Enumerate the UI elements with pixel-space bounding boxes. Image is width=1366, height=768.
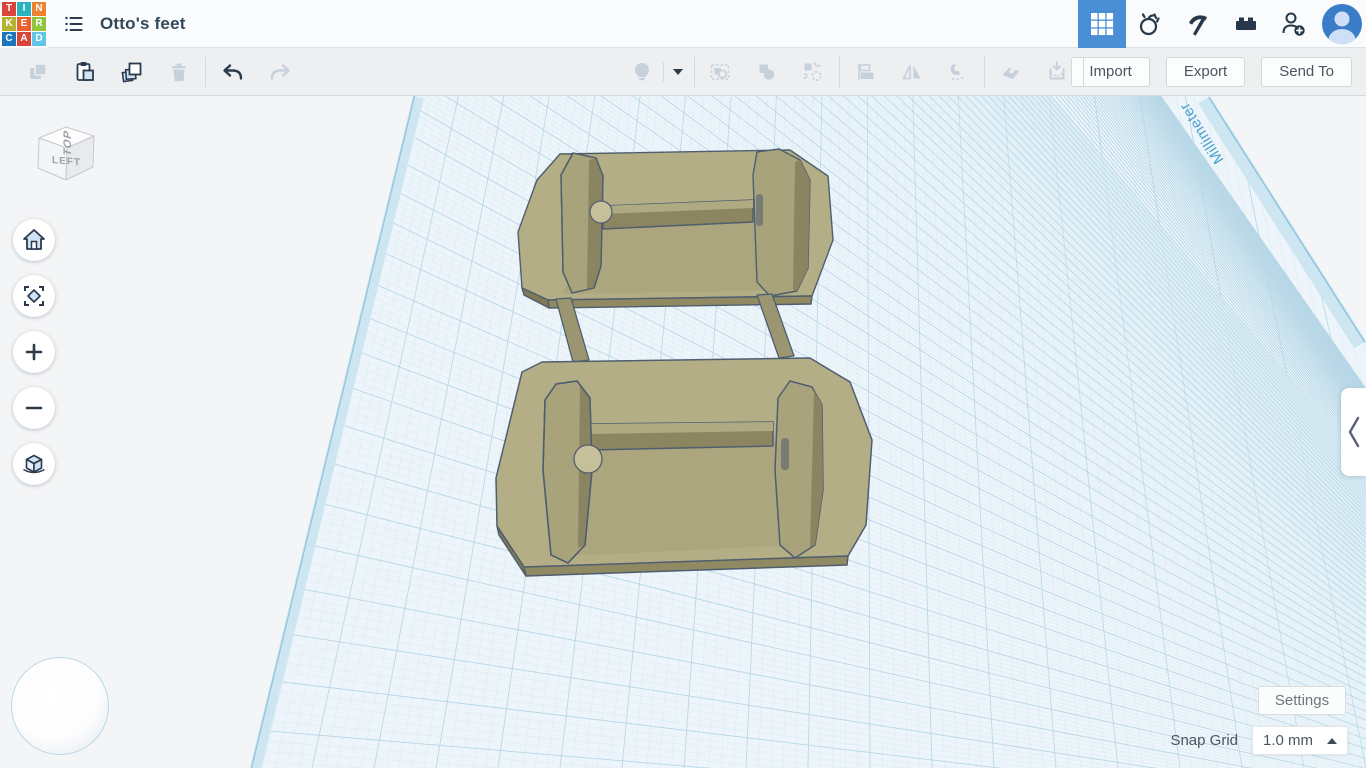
duplicate-button[interactable] [108,50,155,94]
logo-letter: I [17,1,31,16]
add-collaborator-button[interactable] [1270,0,1318,48]
edit-toolbar: Import Export Send To [0,48,1366,96]
expand-panel-chevron-icon [1348,416,1359,448]
foot-front-bump [573,444,603,474]
redo-button[interactable] [256,50,303,94]
logo-letter: D [32,31,46,46]
list-menu-icon [65,16,83,31]
toolbar-separator [839,56,840,87]
duplicate-icon [121,62,141,82]
expand-panel-handle[interactable] [1341,388,1366,476]
snap-grid-value: 1.0 mm [1263,732,1314,749]
undo-button[interactable] [209,50,256,94]
drop-to-workplane-icon [1049,61,1065,79]
group-button[interactable] [698,50,744,94]
logo-letter: C [2,31,16,46]
perspective-cube-icon [23,454,45,474]
align-icon [858,63,874,80]
paste-icon [76,61,94,81]
workplane-button[interactable] [988,50,1034,94]
zoom-out-button[interactable] [13,387,55,429]
model-foot-front[interactable] [495,357,873,577]
design-menu-button[interactable] [62,12,86,36]
trash-icon [171,63,186,81]
copy-button[interactable] [14,50,61,94]
toolbar-right-buttons: Import Export Send To [1055,56,1352,87]
sim-lab-button[interactable] [1126,0,1174,48]
design-title[interactable]: Otto's feet [100,14,186,34]
redo-icon [270,63,290,80]
toolbar-middle-group [622,48,1087,95]
add-collaborator-icon [1282,12,1305,36]
mirror-button[interactable] [889,50,935,94]
group-icon [710,63,730,80]
home-view-button[interactable] [13,219,55,261]
viewport[interactable]: Millimeter TOP LEFT Settings Snap Grid 1… [0,96,1366,768]
undo-icon [222,63,242,80]
mirror-icon [902,64,921,79]
explode-icon [803,61,822,81]
ungroup-icon [759,64,775,80]
align-button[interactable] [843,50,889,94]
foot-rear-bump [589,200,613,224]
fit-view-icon [24,286,44,306]
explode-button[interactable] [790,50,836,94]
dropdown-caret-icon [673,68,683,75]
workplane-scene: Millimeter [250,96,1366,768]
snap-grid-dropdown[interactable]: 1.0 mm [1252,726,1348,755]
logo-letter: A [17,31,31,46]
dashboard-grid-icon [1091,12,1114,35]
toolbar-separator [205,56,206,87]
foot-front-socket [781,438,789,470]
pickaxe-icon [1189,14,1207,36]
home-icon [23,229,45,250]
model-foot-rear[interactable] [517,148,834,309]
snap-magnet-icon [950,63,964,80]
snap-grid-label: Snap Grid [1170,732,1238,749]
logo-letter: R [32,16,46,31]
blocks-button[interactable] [1174,0,1222,48]
top-bar: T I N K E R C A D Otto's feet [0,0,1366,48]
delete-button[interactable] [155,50,202,94]
user-avatar-button[interactable] [1318,0,1366,48]
navigation-orb[interactable] [11,657,109,755]
brick-icon [1236,17,1256,30]
send-to-button[interactable]: Send To [1261,56,1352,87]
logo-letter: E [17,16,31,31]
fit-view-button[interactable] [13,275,55,317]
logo-letter: K [2,16,16,31]
user-avatar [1322,3,1362,44]
dashboard-button[interactable] [1078,0,1126,48]
snap-grid-row: Snap Grid 1.0 mm [1100,726,1348,755]
toolbar-separator [663,61,664,82]
drop-to-workplane-button[interactable] [1034,50,1080,94]
copy-icon [29,62,47,79]
paste-button[interactable] [61,50,108,94]
zoom-out-icon [25,406,43,410]
show-all-dropdown-button[interactable] [665,50,691,94]
settings-button[interactable]: Settings [1258,686,1346,715]
bricks-button[interactable] [1222,0,1270,48]
dropdown-arrow-up-icon [1327,737,1337,744]
perspective-toggle-button[interactable] [13,443,55,485]
logo-letter: T [2,1,16,16]
toolbar-separator [984,56,985,87]
tinkercad-logo[interactable]: T I N K E R C A D [0,0,48,48]
zoom-in-icon [25,343,43,361]
show-all-icon [635,62,649,80]
export-button[interactable]: Export [1165,56,1246,87]
foot-rear-socket [756,194,763,226]
ungroup-button[interactable] [744,50,790,94]
logo-letter: N [32,1,46,16]
toolbar-separator [1083,56,1084,87]
zoom-in-button[interactable] [13,331,55,373]
sim-lab-icon [1139,12,1160,35]
snap-button[interactable] [935,50,981,94]
view-cube[interactable]: TOP LEFT [26,116,106,194]
view-cube-top-label: TOP [62,128,74,157]
workplane-icon [1002,67,1020,79]
toolbar-separator [694,56,695,87]
show-all-button[interactable] [622,50,662,94]
topbar-right-icons [1078,0,1366,48]
